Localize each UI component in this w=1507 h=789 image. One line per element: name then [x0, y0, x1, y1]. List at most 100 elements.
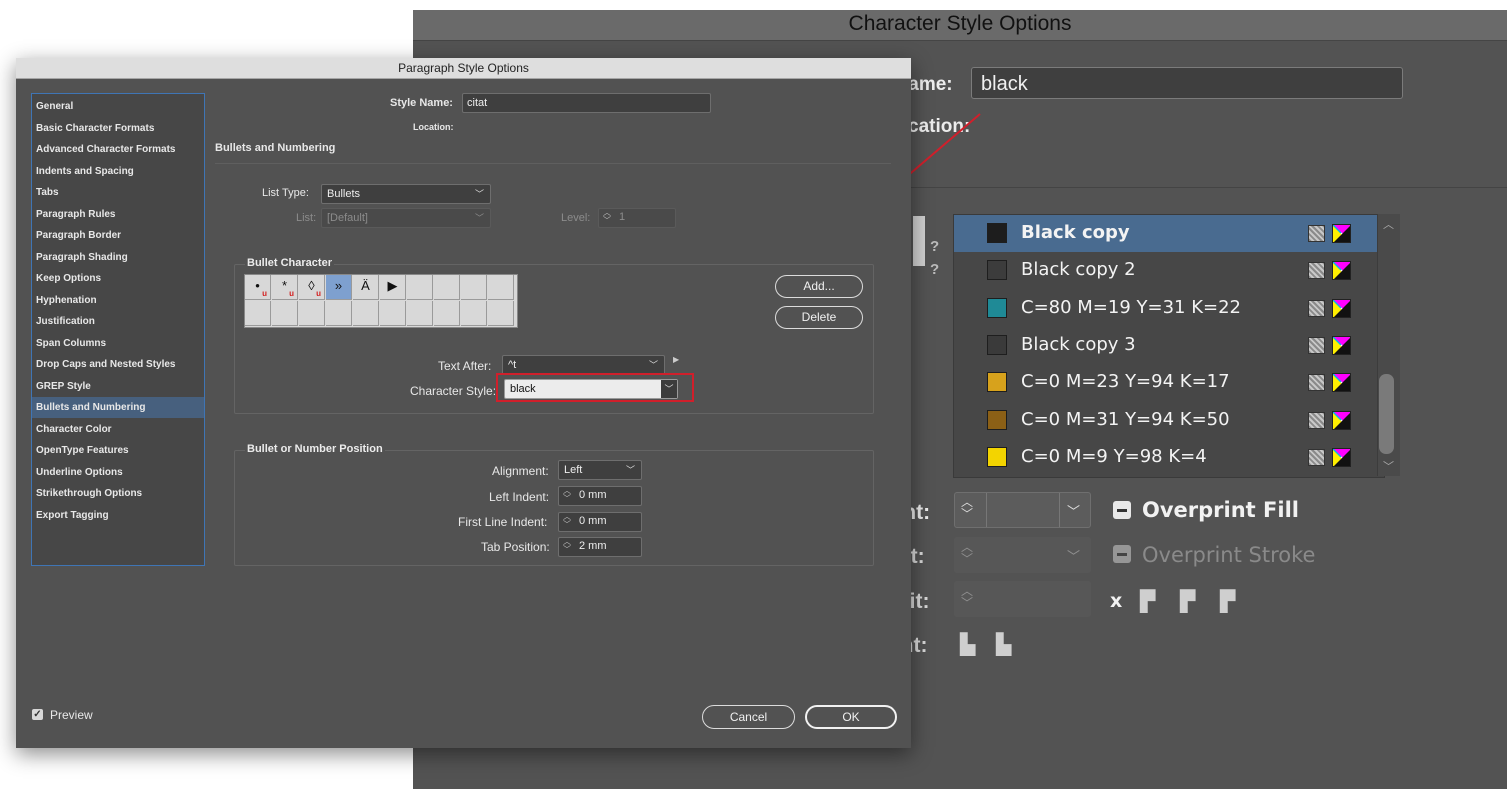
first-line-indent-stepper[interactable]: ︿ ﹀ 0 mm	[558, 512, 642, 532]
bullet-cell[interactable]	[380, 301, 406, 326]
bullet-cell[interactable]: Ä	[353, 275, 379, 300]
alignment-label: Alignment:	[492, 464, 549, 478]
chevron-down-icon[interactable]: ﹀	[649, 356, 658, 374]
sidebar-item[interactable]: Advanced Character Formats	[32, 139, 204, 160]
bullet-cell[interactable]	[407, 301, 433, 326]
sidebar-item[interactable]: Paragraph Shading	[32, 247, 204, 268]
bullet-glyph: *	[281, 278, 288, 293]
sidebar-item[interactable]: Tabs	[32, 182, 204, 203]
chevron-down-icon: ﹀	[474, 189, 484, 199]
style-name-input[interactable]: citat	[462, 93, 711, 113]
location-label: Location:	[413, 122, 454, 132]
sidebar-item[interactable]: Indents and Spacing	[32, 161, 204, 182]
bullet-cell[interactable]: ◊ u	[299, 275, 325, 300]
bullet-glyph: »	[334, 278, 343, 293]
list-type-value: Bullets	[327, 188, 361, 200]
section-divider	[215, 163, 891, 164]
alignment-value: Left	[564, 464, 583, 476]
bullet-glyph: ▶	[387, 278, 398, 293]
sidebar-item[interactable]: GREP Style	[32, 376, 204, 397]
first-line-indent-value: 0 mm	[579, 515, 607, 527]
preview-checkbox[interactable]: ✓	[32, 709, 43, 720]
section-title: Bullets and Numbering	[215, 142, 336, 154]
text-after-value: ^t	[508, 359, 517, 371]
left-indent-stepper[interactable]: ︿ ﹀ 0 mm	[558, 486, 642, 506]
sidebar-item[interactable]: Export Tagging	[32, 505, 204, 526]
bullet-cell[interactable]	[299, 301, 325, 326]
bullet-cell[interactable]	[407, 275, 433, 300]
sidebar-item[interactable]: Paragraph Border	[32, 225, 204, 246]
annotation-highlight-box	[496, 373, 694, 402]
unicode-marker-icon: u	[289, 289, 294, 298]
pso-title-bar: Paragraph Style Options	[16, 58, 911, 79]
left-indent-label: Left Indent:	[489, 490, 550, 504]
insert-special-arrow-icon[interactable]: ▶	[673, 355, 679, 364]
bullet-cell[interactable]	[488, 301, 514, 326]
pso-window-title: Paragraph Style Options	[398, 61, 529, 75]
style-name-label: Style Name:	[390, 97, 453, 109]
bullet-cell[interactable]	[245, 301, 271, 326]
sidebar-item[interactable]: General	[32, 96, 204, 117]
tab-position-label: Tab Position:	[481, 540, 550, 554]
sidebar-item[interactable]: Paragraph Rules	[32, 204, 204, 225]
stepper-arrows-icon[interactable]: ︿ ﹀	[563, 487, 571, 503]
bullet-character-title: Bullet Character	[245, 257, 334, 269]
bullet-character-grid[interactable]: • u * u ◊ u» Ä ▶	[244, 274, 518, 328]
list-type-label: List Type:	[262, 187, 309, 199]
bullet-cell[interactable]	[461, 301, 487, 326]
stepper-arrows-icon[interactable]: ︿ ﹀	[563, 513, 571, 529]
bullet-cell[interactable]	[326, 301, 352, 326]
sidebar-item[interactable]: OpenType Features	[32, 440, 204, 461]
bullet-cell[interactable]	[353, 301, 379, 326]
sidebar-item[interactable]: Character Color	[32, 419, 204, 440]
bullet-glyph: •	[255, 278, 260, 293]
first-line-indent-label: First Line Indent:	[458, 515, 548, 529]
delete-button[interactable]: Delete	[775, 306, 863, 329]
text-after-combobox[interactable]: ^t ﹀	[502, 355, 665, 375]
category-sidebar: General Basic Character Formats Advanced C…	[31, 93, 205, 566]
level-label: Level:	[561, 212, 591, 224]
sidebar-item[interactable]: Bullets and Numbering	[32, 397, 204, 418]
level-value: 1	[619, 211, 626, 223]
bullet-cell[interactable]	[272, 301, 298, 326]
list-value: [Default]	[327, 212, 368, 224]
sidebar-item[interactable]: Underline Options	[32, 462, 204, 483]
left-indent-value: 0 mm	[579, 489, 607, 501]
tab-position-value: 2 mm	[579, 540, 607, 552]
position-group-title: Bullet or Number Position	[245, 443, 385, 455]
bullet-glyph: ◊	[308, 278, 315, 293]
bullet-cell[interactable]	[434, 301, 460, 326]
chevron-down-icon: ﹀	[625, 465, 635, 475]
sidebar-item[interactable]: Keep Options	[32, 268, 204, 289]
bullet-cell[interactable]	[461, 275, 487, 300]
position-group	[234, 450, 874, 566]
sidebar-item[interactable]: Justification	[32, 311, 204, 332]
alignment-select[interactable]: Left ﹀	[558, 460, 642, 480]
unicode-marker-icon: u	[316, 289, 321, 298]
tab-position-stepper[interactable]: ︿ ﹀ 2 mm	[558, 537, 642, 557]
cancel-button[interactable]: Cancel	[702, 705, 795, 729]
bullet-glyph: Ä	[361, 278, 370, 293]
bullet-cell[interactable]	[488, 275, 514, 300]
level-stepper[interactable]: ︿ ﹀ 1	[598, 208, 676, 228]
stepper-arrows-icon[interactable]: ︿ ﹀	[603, 209, 611, 225]
sidebar-item[interactable]: Basic Character Formats	[32, 118, 204, 139]
stepper-arrows-icon[interactable]: ︿ ﹀	[563, 538, 571, 554]
bullet-cell[interactable]: »	[326, 275, 352, 300]
sidebar-item[interactable]: Strikethrough Options	[32, 483, 204, 504]
bullet-cell[interactable]	[434, 275, 460, 300]
character-style-label: Character Style:	[410, 384, 497, 398]
list-select[interactable]: [Default] ﹀	[321, 208, 491, 228]
chevron-down-icon: ﹀	[474, 213, 484, 223]
bullet-cell[interactable]: • u	[245, 275, 271, 300]
sidebar-item[interactable]: Hyphenation	[32, 290, 204, 311]
paragraph-style-options-dialog: Paragraph Style Options General Basic Cha…	[16, 58, 911, 748]
bullet-cell[interactable]: * u	[272, 275, 298, 300]
list-type-select[interactable]: Bullets ﹀	[321, 184, 491, 204]
ok-button[interactable]: OK	[805, 705, 897, 729]
list-label: List:	[296, 212, 317, 224]
sidebar-item[interactable]: Span Columns	[32, 333, 204, 354]
sidebar-item[interactable]: Drop Caps and Nested Styles	[32, 354, 204, 375]
add-button[interactable]: Add...	[775, 275, 863, 298]
bullet-cell[interactable]: ▶	[380, 275, 406, 300]
